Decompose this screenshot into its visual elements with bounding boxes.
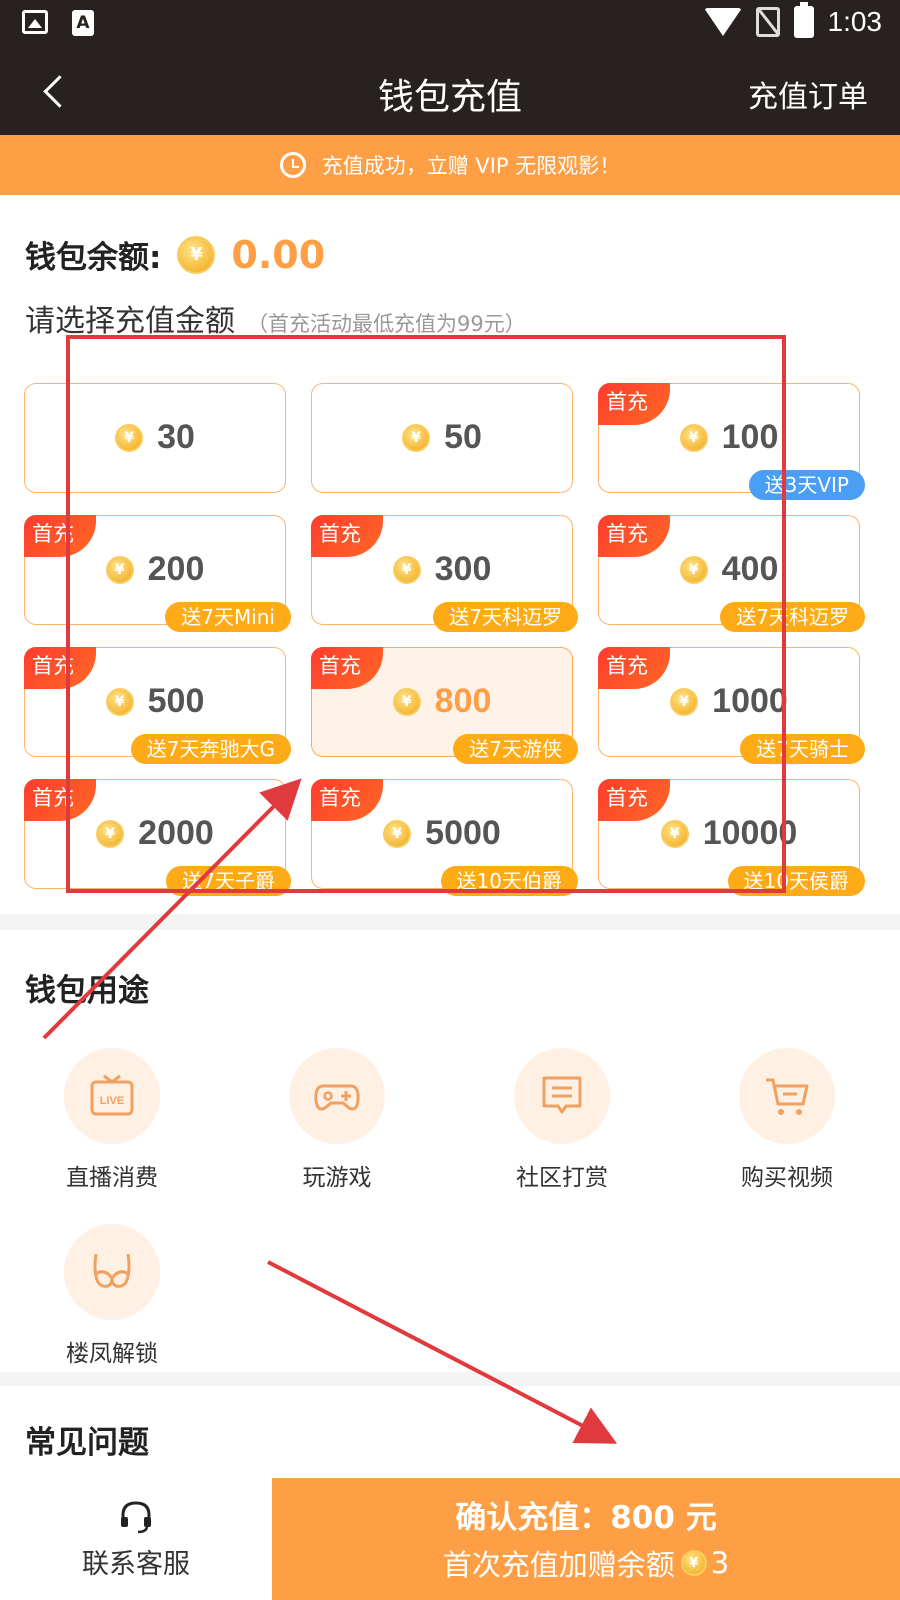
recharge-option-800[interactable]: 首充 ¥800 送7天游侠 <box>311 647 578 764</box>
usage-label: 直播消费 <box>66 1165 158 1191</box>
no-sim-icon <box>755 7 780 37</box>
recharge-amount-value: 5000 <box>425 814 501 852</box>
balance-value: 0.00 <box>231 232 326 277</box>
status-time: 1:03 <box>827 6 883 37</box>
app-header: 钱包充值 充值订单 <box>0 50 900 135</box>
section-divider <box>0 914 900 930</box>
bottom-action-bar: 联系客服 确认充值：800 元 首次充值加赠余额 ¥ 3 <box>0 1478 900 1600</box>
coin-icon: ¥ <box>115 423 144 452</box>
keyboard-notification-icon: A <box>72 10 94 36</box>
chat-message-icon <box>514 1048 610 1144</box>
balance-label: 钱包余额: <box>25 240 162 276</box>
lingerie-icon <box>64 1224 160 1320</box>
amount-prompt: 请选择充值金额 （首充活动最低充值为99元） <box>25 296 526 340</box>
alarm-clock-icon <box>279 152 306 178</box>
image-notification-icon <box>22 10 48 34</box>
customer-service-button[interactable]: 联系客服 <box>0 1478 272 1600</box>
bonus-tag: 送7天Mini <box>165 602 291 632</box>
bonus-tag: 送10天伯爵 <box>440 866 578 896</box>
recharge-option-500[interactable]: 首充 ¥500 送7天奔驰大G <box>24 647 291 764</box>
section-divider <box>0 1372 900 1386</box>
status-bar: A 1:03 <box>0 0 900 50</box>
recharge-option-100[interactable]: 首充 ¥100 送3天VIP <box>598 383 865 500</box>
wifi-icon <box>703 8 742 36</box>
usage-label: 社区打赏 <box>516 1165 608 1191</box>
faq-title[interactable]: 常见问题 <box>25 1417 149 1462</box>
recharge-option-30[interactable]: ¥30 <box>24 383 286 493</box>
recharge-orders-link[interactable]: 充值订单 <box>748 72 868 116</box>
bonus-tag: 送7天游侠 <box>453 734 578 764</box>
promo-banner: 充值成功，立赠 VIP 无限观影！ <box>0 135 900 195</box>
recharge-amount-value: 800 <box>434 682 492 720</box>
live-tv-icon: LIVE <box>64 1048 160 1144</box>
recharge-option-2000[interactable]: 首充 ¥2000 送7天子爵 <box>24 779 291 896</box>
recharge-amount-grid: ¥30 ¥50 首充 ¥100 送3天VIP 首充 ¥200 送7天Mini 首充 ¥300 送7天… <box>24 383 878 896</box>
recharge-amount-value: 100 <box>721 418 779 456</box>
coin-icon: ¥ <box>105 687 134 716</box>
select-amount-hint: （首充活动最低充值为99元） <box>247 312 526 336</box>
recharge-option-1000[interactable]: 首充 ¥1000 送7天骑士 <box>598 647 865 764</box>
bonus-tag: 送3天VIP <box>748 470 865 500</box>
recharge-option-300[interactable]: 首充 ¥300 送7天科迈罗 <box>311 515 578 632</box>
bonus-tag: 送7天奔驰大G <box>130 734 291 764</box>
recharge-amount-value: 1000 <box>712 682 788 720</box>
usage-item-live[interactable]: LIVE 直播消费 <box>32 1048 192 1192</box>
select-amount-label: 请选择充值金额 <box>25 304 235 339</box>
recharge-amount-value: 2000 <box>138 814 214 852</box>
gamepad-icon <box>289 1048 385 1144</box>
first-recharge-bonus: 首次充值加赠余额 ¥ 3 <box>272 1542 900 1584</box>
annotation-arrow-down <box>267 1260 618 1444</box>
recharge-option-10000[interactable]: 首充 ¥10000 送10天侯爵 <box>598 779 865 896</box>
usage-item-game[interactable]: 玩游戏 <box>257 1048 417 1192</box>
coin-icon: ¥ <box>96 819 125 848</box>
bonus-tag: 送7天子爵 <box>166 866 291 896</box>
promo-banner-text: 充值成功，立赠 VIP 无限观影！ <box>321 154 621 178</box>
wallet-balance: 钱包余额: ¥ 0.00 <box>25 232 325 277</box>
recharge-amount-value: 50 <box>444 418 482 456</box>
recharge-option-200[interactable]: 首充 ¥200 送7天Mini <box>24 515 291 632</box>
recharge-option-5000[interactable]: 首充 ¥5000 送10天伯爵 <box>311 779 578 896</box>
first-recharge-bonus-text: 首次充值加赠余额 <box>442 1548 675 1582</box>
coin-icon: ¥ <box>105 555 134 584</box>
usage-label: 楼凤解锁 <box>66 1341 158 1367</box>
battery-charging-icon <box>793 2 814 38</box>
usage-item-community[interactable]: 社区打赏 <box>482 1048 642 1192</box>
bonus-tag: 送10天侯爵 <box>727 866 865 896</box>
confirm-amount-text: 确认充值：800 元 <box>455 1500 717 1536</box>
recharge-amount-value: 500 <box>147 682 205 720</box>
wallet-usage-title: 钱包用途 <box>25 973 149 1009</box>
coin-icon: ¥ <box>402 423 431 452</box>
coin-icon: ¥ <box>680 1550 707 1576</box>
bonus-tag: 送7天科迈罗 <box>720 602 865 632</box>
svg-text:LIVE: LIVE <box>100 1095 124 1107</box>
shopping-cart-icon <box>739 1048 835 1144</box>
customer-service-label: 联系客服 <box>82 1549 190 1580</box>
headset-icon <box>121 1501 151 1534</box>
bonus-tag: 送7天骑士 <box>740 734 865 764</box>
usage-label: 购买视频 <box>741 1165 833 1191</box>
recharge-option-400[interactable]: 首充 ¥400 送7天科迈罗 <box>598 515 865 632</box>
coin-icon: ¥ <box>383 819 412 848</box>
confirm-recharge-button[interactable]: 确认充值：800 元 首次充值加赠余额 ¥ 3 <box>272 1478 900 1600</box>
usage-item-buy-video[interactable]: 购买视频 <box>707 1048 867 1192</box>
recharge-amount-value: 30 <box>157 418 195 456</box>
coin-icon: ¥ <box>660 819 689 848</box>
coin-icon: ¥ <box>177 235 216 274</box>
recharge-amount-value: 10000 <box>702 814 798 852</box>
recharge-option-50[interactable]: ¥50 <box>311 383 573 493</box>
recharge-amount-value: 200 <box>147 550 205 588</box>
usage-item-unlock[interactable]: 楼凤解锁 <box>32 1224 192 1368</box>
recharge-amount-value: 400 <box>721 550 779 588</box>
bonus-amount: 3 <box>710 1546 730 1580</box>
coin-icon: ¥ <box>392 687 421 716</box>
coin-icon: ¥ <box>670 687 699 716</box>
recharge-amount-value: 300 <box>434 550 492 588</box>
usage-label: 玩游戏 <box>302 1165 372 1191</box>
coin-icon: ¥ <box>392 555 421 584</box>
coin-icon: ¥ <box>679 423 708 452</box>
coin-icon: ¥ <box>679 555 708 584</box>
bonus-tag: 送7天科迈罗 <box>433 602 578 632</box>
